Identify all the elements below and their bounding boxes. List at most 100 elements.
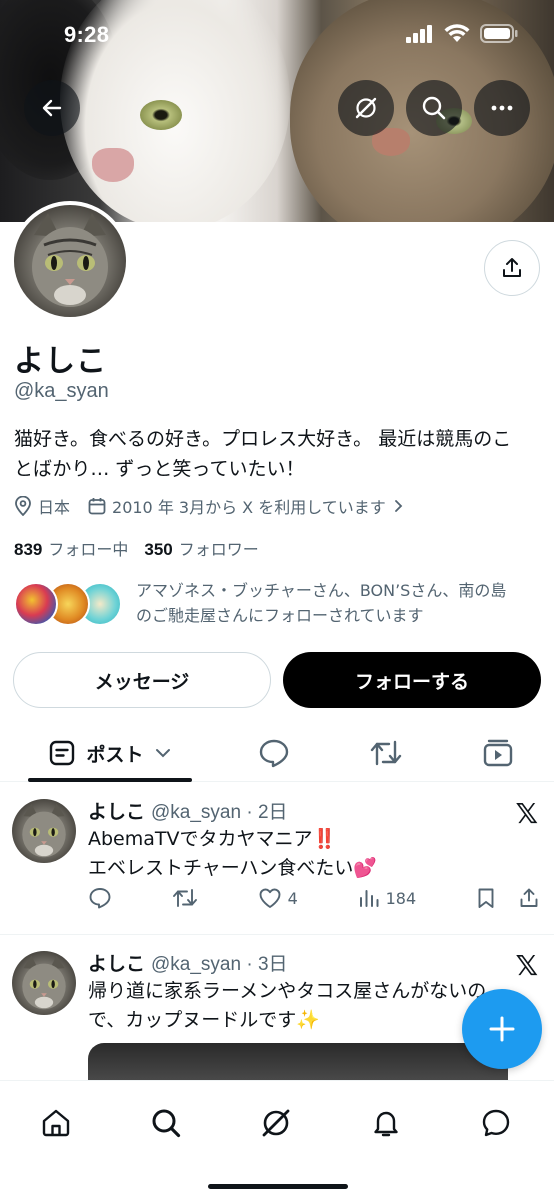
profile-meta: 日本 2010 年 3月から X を利用しています	[14, 494, 404, 518]
location-icon	[15, 496, 31, 516]
post-item[interactable]: よしこ @ka_syan · 2日 𝕏 AbemaTVでタカヤマニア‼️ エベレ…	[0, 783, 554, 935]
share-icon	[503, 258, 521, 277]
tab-posts[interactable]: ポスト	[28, 724, 192, 782]
follower-avatar	[14, 582, 58, 626]
tab-replies[interactable]	[244, 724, 304, 782]
nav-messages[interactable]	[470, 1097, 522, 1149]
followed-by[interactable]: アマゾネス・ブッチャーさん、BON’Sさん、南の島 のご馳走屋さんにフォローされ…	[14, 578, 546, 628]
views-icon	[359, 890, 379, 907]
post-media-image[interactable]	[88, 1043, 508, 1083]
search-button[interactable]	[406, 80, 462, 136]
home-icon	[42, 1109, 70, 1137]
tab-media[interactable]	[468, 724, 528, 782]
post-text-line: AbemaTVでタカヤマニア‼️	[88, 828, 337, 850]
grok-icon	[355, 97, 377, 119]
search-icon	[152, 1109, 181, 1138]
nav-home[interactable]	[30, 1097, 82, 1149]
posts-icon	[50, 740, 75, 766]
follow-counts: 839 フォロー中 350 フォロワー	[14, 536, 259, 560]
compose-button[interactable]	[462, 989, 542, 1069]
tab-posts-label: ポスト	[86, 743, 144, 766]
cat-face-icon	[22, 955, 66, 1010]
profile-joined[interactable]: 2010 年 3月から X を利用しています	[88, 494, 404, 518]
signal-icon	[406, 24, 432, 43]
post-text: AbemaTVでタカヤマニア‼️ エベレストチャーハン食べたい💕	[88, 825, 528, 883]
follow-button[interactable]: フォローする	[283, 652, 541, 708]
views-count: 184	[385, 888, 417, 908]
bottom-navigation	[0, 1080, 554, 1199]
nav-grok[interactable]	[250, 1097, 302, 1149]
bio-line: とばかり… ずっと笑っていたい！	[14, 458, 305, 480]
post-text-line: エベレストチャーハン食べたい💕	[88, 857, 378, 879]
search-icon	[422, 96, 446, 120]
status-bar: 9:28	[0, 0, 554, 64]
post-avatar[interactable]	[12, 799, 76, 863]
post-author-name[interactable]: よしこ	[88, 797, 145, 824]
followed-by-text: アマゾネス・ブッチャーさん、BON’Sさん、南の島 のご馳走屋さんにフォローされ…	[136, 578, 546, 628]
profile-bio: 猫好き。食べるの好き。プロレス大好き。 最近は競馬のこ とばかり… ずっと笑って…	[14, 424, 544, 484]
compose-icon	[489, 1016, 515, 1042]
more-icon	[491, 105, 513, 111]
following-link[interactable]: 839 フォロー中	[14, 536, 128, 560]
cat-face-icon	[22, 803, 66, 858]
bookmark-button[interactable]	[476, 887, 496, 909]
tab-reposts[interactable]	[356, 724, 416, 782]
post-text-line: 帰り道に家系ラーメンやタコス屋さんがないの	[88, 980, 487, 1002]
status-icons	[406, 24, 518, 43]
followers-link[interactable]: 350 フォロワー	[144, 536, 258, 560]
reply-button[interactable]	[88, 887, 112, 909]
battery-icon	[480, 24, 518, 43]
bookmark-icon	[478, 888, 494, 908]
post-secondary-actions	[476, 887, 540, 909]
like-count: 4	[287, 888, 298, 908]
nav-search[interactable]	[140, 1097, 192, 1149]
profile-name: よしこ	[14, 344, 107, 379]
home-indicator	[208, 1184, 348, 1189]
views-button[interactable]: 184	[358, 888, 417, 908]
post-header: よしこ @ka_syan · 2日	[88, 797, 288, 824]
replies-icon	[259, 739, 289, 768]
followed-by-line: のご馳走屋さんにフォローされています	[136, 606, 424, 625]
messages-icon	[482, 1109, 510, 1137]
grok-icon	[262, 1109, 290, 1137]
following-count: 839	[14, 540, 43, 559]
reposts-icon	[370, 740, 402, 766]
more-button[interactable]	[474, 80, 530, 136]
profile-tabs: ポスト	[0, 724, 554, 782]
followed-by-line: アマゾネス・ブッチャーさん、BON’Sさん、南の島	[136, 581, 507, 600]
profile-handle: @ka_syan	[14, 380, 109, 402]
cat-face-icon	[32, 213, 108, 307]
post-author-meta: @ka_syan · 2日	[151, 802, 288, 823]
reply-icon	[89, 888, 111, 909]
like-icon	[259, 888, 281, 908]
calendar-icon	[88, 498, 106, 515]
message-button[interactable]: メッセージ	[13, 652, 271, 708]
post-share-button[interactable]	[518, 887, 540, 909]
bio-line: 猫好き。食べるの好き。プロレス大好き。 最近は競馬のこ	[14, 428, 512, 450]
following-label: フォロー中	[48, 540, 129, 559]
followed-by-avatars	[14, 578, 122, 626]
location-text: 日本	[38, 498, 71, 517]
tab-active-indicator	[28, 778, 192, 782]
wifi-icon	[444, 24, 470, 42]
nav-notifications[interactable]	[360, 1097, 412, 1149]
like-button[interactable]: 4	[258, 887, 298, 909]
notifications-icon	[374, 1111, 398, 1137]
post-author-meta: @ka_syan · 3日	[151, 954, 288, 975]
banner-cat-eye	[140, 100, 182, 130]
retweet-icon	[172, 889, 197, 907]
post-avatar[interactable]	[12, 951, 76, 1015]
retweet-button[interactable]	[172, 887, 198, 909]
followers-label: フォロワー	[178, 540, 259, 559]
back-button[interactable]	[24, 80, 80, 136]
profile-avatar[interactable]	[10, 201, 130, 321]
share-profile-button[interactable]	[484, 240, 540, 296]
back-arrow-icon	[42, 99, 62, 117]
profile-location: 日本	[14, 494, 70, 518]
chevron-down-icon	[155, 749, 170, 758]
chevron-right-icon	[394, 500, 403, 512]
post-author-name[interactable]: よしこ	[88, 949, 145, 976]
media-icon	[483, 739, 513, 767]
post-actions: 4 184	[88, 887, 540, 909]
grok-button[interactable]	[338, 80, 394, 136]
